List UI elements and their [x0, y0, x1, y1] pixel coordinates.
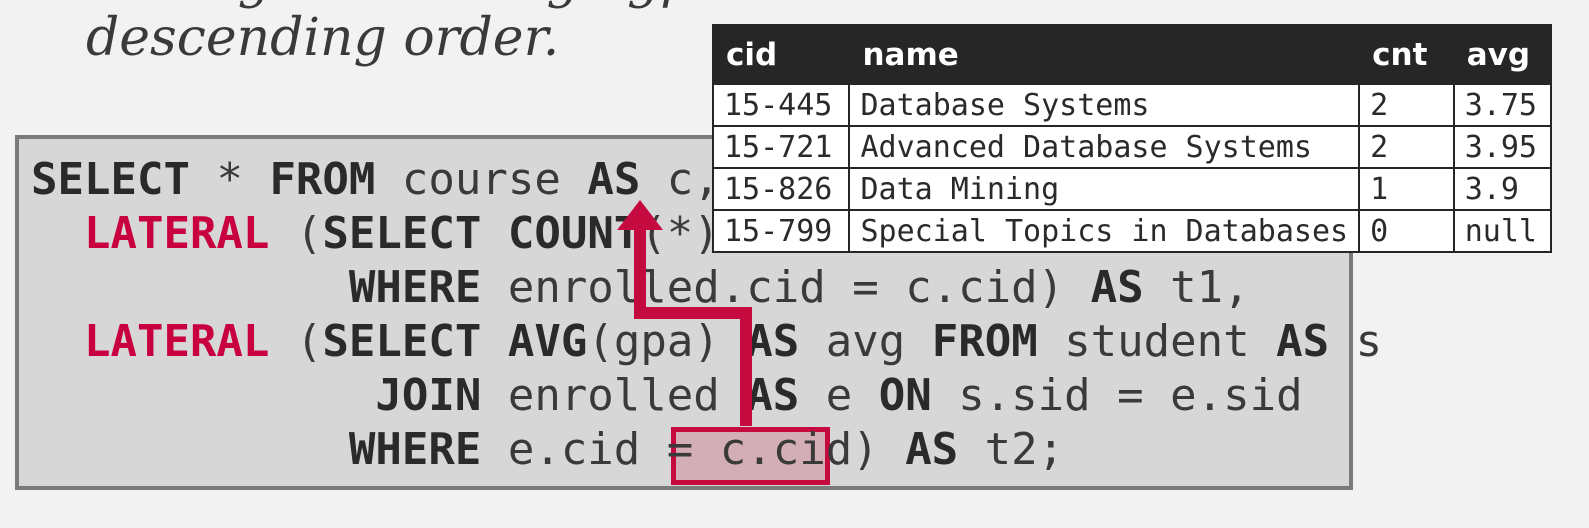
cell-avg: null — [1452, 209, 1553, 253]
cell-cid: 15-826 — [711, 167, 851, 211]
cell-name: Special Topics in Databases — [848, 209, 1361, 253]
cell-cnt: 2 — [1358, 125, 1455, 169]
cell-name: Database Systems — [848, 83, 1361, 127]
table-row: 15-826 Data Mining 1 3.9 — [711, 167, 1553, 211]
result-table: cid name cnt avg 15-445 Database Systems… — [711, 24, 1553, 253]
column-header-name: name — [848, 24, 1361, 85]
cell-cnt: 1 — [1358, 167, 1455, 211]
cell-avg: 3.95 — [1452, 125, 1553, 169]
cell-cnt: 2 — [1358, 83, 1455, 127]
cell-avg: 3.9 — [1452, 167, 1553, 211]
cell-name: Data Mining — [848, 167, 1361, 211]
table-row: 15-445 Database Systems 2 3.75 — [711, 83, 1553, 127]
cell-cid: 15-721 — [711, 125, 851, 169]
column-header-cid: cid — [711, 24, 851, 85]
column-header-cnt: cnt — [1358, 24, 1455, 85]
column-header-avg: avg — [1452, 24, 1553, 85]
cell-name: Advanced Database Systems — [848, 125, 1361, 169]
table-row: 15-721 Advanced Database Systems 2 3.95 — [711, 125, 1553, 169]
cell-cnt: 0 — [1358, 209, 1455, 253]
table-header-row: cid name cnt avg — [711, 24, 1553, 85]
cell-cid: 15-445 — [711, 83, 851, 127]
cell-avg: 3.75 — [1452, 83, 1553, 127]
cell-cid: 15-799 — [711, 209, 851, 253]
table-row: 15-799 Special Topics in Databases 0 nul… — [711, 209, 1553, 253]
